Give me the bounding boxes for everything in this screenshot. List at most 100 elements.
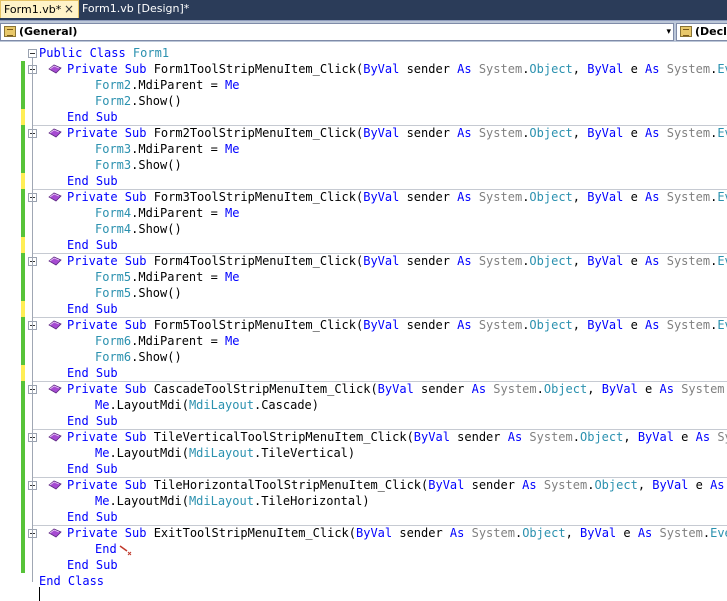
procedure-separator bbox=[32, 189, 727, 190]
code-line[interactable]: End Sub bbox=[0, 365, 727, 381]
chevron-down-icon[interactable]: ▾ bbox=[666, 24, 671, 40]
code-line[interactable]: Me.LayoutMdi(MdiLayout.TileHorizontal) bbox=[0, 493, 727, 509]
code-line[interactable]: End Sub bbox=[0, 413, 727, 429]
outline-guide bbox=[32, 58, 33, 582]
code-text: End Sub bbox=[67, 414, 118, 428]
change-indicator bbox=[21, 221, 25, 237]
navigation-bar: (General) ▾ (Decla bbox=[0, 20, 727, 42]
change-indicator bbox=[21, 349, 25, 365]
code-line[interactable]: Me.LayoutMdi(MdiLayout.Cascade) bbox=[0, 397, 727, 413]
procedure-separator bbox=[32, 477, 727, 478]
code-text: Form2.Show() bbox=[95, 94, 182, 108]
change-indicator bbox=[21, 301, 25, 317]
code-line[interactable]: End Sub bbox=[0, 461, 727, 477]
method-name-dropdown[interactable]: (Decla bbox=[676, 23, 727, 41]
code-text: Form4.Show() bbox=[95, 222, 182, 236]
change-indicator bbox=[21, 477, 25, 493]
code-line[interactable]: Form6.MdiParent = Me bbox=[0, 333, 727, 349]
code-text: Form6.Show() bbox=[95, 350, 182, 364]
code-text: Private Sub Form2ToolStripMenuItem_Click… bbox=[67, 126, 727, 140]
text-cursor bbox=[39, 587, 40, 601]
code-line[interactable]: Private Sub TileVerticalToolStripMenuIte… bbox=[0, 429, 727, 445]
code-line[interactable]: Private Sub Form5ToolStripMenuItem_Click… bbox=[0, 317, 727, 333]
method-glyph bbox=[48, 528, 62, 538]
code-line[interactable]: End Sub bbox=[0, 109, 727, 125]
code-line[interactable]: End Sub bbox=[0, 237, 727, 253]
code-text: Form2.MdiParent = Me bbox=[95, 78, 240, 92]
code-text: Private Sub Form5ToolStripMenuItem_Click… bbox=[67, 318, 727, 332]
code-line[interactable]: Form6.Show() bbox=[0, 349, 727, 365]
code-line[interactable]: Private Sub TileHorizontalToolStripMenuI… bbox=[0, 477, 727, 493]
change-indicator bbox=[21, 205, 25, 221]
procedure-separator bbox=[32, 429, 727, 430]
code-line[interactable]: Form2.Show() bbox=[0, 93, 727, 109]
smart-tag-icon[interactable] bbox=[119, 544, 133, 556]
change-indicator bbox=[21, 285, 25, 301]
change-indicator bbox=[21, 333, 25, 349]
code-text: Private Sub ExitToolStripMenuItem_Click(… bbox=[67, 526, 727, 540]
procedure-separator bbox=[32, 253, 727, 254]
change-indicator bbox=[21, 189, 25, 205]
change-indicator bbox=[21, 237, 25, 253]
tab-label: Form1.vb* bbox=[4, 3, 62, 16]
code-text: End Sub bbox=[67, 238, 118, 252]
change-indicator bbox=[21, 125, 25, 141]
code-text: Private Sub TileVerticalToolStripMenuIte… bbox=[67, 430, 727, 444]
code-text: Form3.Show() bbox=[95, 158, 182, 172]
code-line[interactable]: End Class bbox=[0, 573, 727, 589]
code-line[interactable]: Private Sub Form4ToolStripMenuItem_Click… bbox=[0, 253, 727, 269]
code-line[interactable]: Form2.MdiParent = Me bbox=[0, 77, 727, 93]
class-name-dropdown[interactable]: (General) ▾ bbox=[0, 23, 674, 41]
code-line[interactable]: Form5.MdiParent = Me bbox=[0, 269, 727, 285]
code-line[interactable]: End bbox=[0, 541, 727, 557]
code-text: Public Class Form1 bbox=[39, 46, 170, 60]
change-indicator bbox=[21, 157, 25, 173]
code-line[interactable]: Form3.MdiParent = Me bbox=[0, 141, 727, 157]
code-line[interactable]: Form4.Show() bbox=[0, 221, 727, 237]
code-text: Private Sub Form1ToolStripMenuItem_Click… bbox=[67, 62, 727, 76]
code-line[interactable]: End Sub bbox=[0, 301, 727, 317]
change-indicator bbox=[21, 141, 25, 157]
method-glyph bbox=[48, 384, 62, 394]
method-glyph bbox=[48, 192, 62, 202]
procedure-separator bbox=[32, 317, 727, 318]
change-indicator bbox=[21, 413, 25, 429]
method-dropdown-value: (Decla bbox=[695, 25, 727, 38]
code-line[interactable]: Form5.Show() bbox=[0, 285, 727, 301]
code-line[interactable]: Private Sub CascadeToolStripMenuItem_Cli… bbox=[0, 381, 727, 397]
code-line[interactable]: End Sub bbox=[0, 509, 727, 525]
class-combo-icon bbox=[4, 26, 16, 37]
change-indicator bbox=[21, 493, 25, 509]
tab-form1-vb[interactable]: Form1.vb* × bbox=[0, 0, 79, 18]
code-line[interactable]: Form3.Show() bbox=[0, 157, 727, 173]
code-text: Form4.MdiParent = Me bbox=[95, 206, 240, 220]
collapse-toggle-icon[interactable] bbox=[28, 49, 37, 58]
code-line[interactable]: Private Sub Form3ToolStripMenuItem_Click… bbox=[0, 189, 727, 205]
change-indicator bbox=[21, 525, 25, 541]
code-line[interactable]: Public Class Form1 bbox=[0, 45, 727, 61]
code-line[interactable]: Private Sub Form1ToolStripMenuItem_Click… bbox=[0, 61, 727, 77]
change-indicator bbox=[21, 381, 25, 397]
code-line[interactable]: Private Sub Form2ToolStripMenuItem_Click… bbox=[0, 125, 727, 141]
code-line[interactable]: Form4.MdiParent = Me bbox=[0, 205, 727, 221]
code-text: End Sub bbox=[67, 366, 118, 380]
change-indicator bbox=[21, 173, 25, 189]
code-line[interactable]: Private Sub ExitToolStripMenuItem_Click(… bbox=[0, 525, 727, 541]
code-editor[interactable]: Public Class Form1 Private Sub Form1ToolS… bbox=[0, 42, 727, 601]
code-text: End Sub bbox=[67, 110, 118, 124]
code-text: Me.LayoutMdi(MdiLayout.TileVertical) bbox=[95, 446, 356, 460]
code-line[interactable]: End Sub bbox=[0, 557, 727, 573]
code-text: End Sub bbox=[67, 558, 118, 572]
change-indicator bbox=[21, 77, 25, 93]
method-glyph bbox=[48, 256, 62, 266]
method-glyph bbox=[48, 64, 62, 74]
change-indicator bbox=[21, 269, 25, 285]
code-text: Me.LayoutMdi(MdiLayout.Cascade) bbox=[95, 398, 319, 412]
close-icon[interactable]: × bbox=[64, 1, 74, 18]
code-line[interactable]: Me.LayoutMdi(MdiLayout.TileVertical) bbox=[0, 445, 727, 461]
code-line[interactable]: End Sub bbox=[0, 173, 727, 189]
code-text: End Sub bbox=[67, 174, 118, 188]
code-text: Private Sub CascadeToolStripMenuItem_Cli… bbox=[67, 382, 727, 396]
change-indicator bbox=[21, 109, 25, 125]
tab-form1-design[interactable]: Form1.vb [Design]* bbox=[79, 0, 189, 18]
